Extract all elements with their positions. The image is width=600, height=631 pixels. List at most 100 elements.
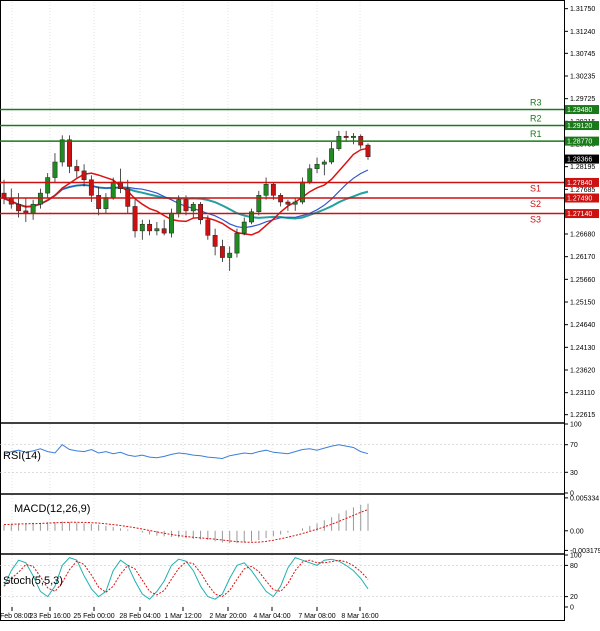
candle-body: [343, 135, 349, 138]
candle-body: [190, 203, 196, 212]
y-tick-label: 1.25150: [570, 300, 595, 307]
candle-body: [198, 203, 203, 221]
candle-body: [329, 148, 335, 163]
grid-layer: [11, 2, 361, 607]
candle-body: [147, 223, 153, 232]
y-tick-label: 20: [570, 594, 578, 601]
y-tick-label: 1.31750: [570, 6, 595, 13]
stoch-title: Stoch(5,5,3): [3, 575, 63, 587]
candle-body: [154, 228, 160, 232]
macd-title: MACD(12,26,9): [14, 503, 90, 515]
chart-frame: [0, 0, 565, 621]
candle-body: [176, 199, 182, 214]
stoch-pane: Stoch(5,5,3): [0, 557, 564, 600]
rsi-line: [3, 444, 369, 460]
y-tick-label: 1.24640: [570, 322, 595, 329]
candle-body: [321, 161, 327, 165]
candle-body: [110, 181, 116, 198]
candle-body: [67, 139, 72, 167]
x-tick-label: 25 Feb 00:00: [73, 613, 114, 620]
level-label-s2: S2: [530, 199, 541, 209]
y-tick-label: 1.22615: [570, 412, 595, 419]
rsi-title: RSI(14): [3, 450, 41, 462]
candle-body: [263, 183, 269, 196]
y-tick-label: 70: [570, 442, 578, 449]
y-tick-label: 100: [570, 422, 582, 429]
candle-body: [183, 199, 189, 212]
axis-layer: 1.317501.312401.307451.302351.297251.292…: [0, 6, 600, 620]
candle-body: [270, 183, 276, 196]
level-label-r3: R3: [530, 98, 542, 108]
y-tick-label: 0: [570, 605, 574, 612]
price-pane: R3 R2 R1 S1 S2 S3: [0, 98, 564, 271]
candle-body: [132, 206, 138, 232]
macd-pane: MACD(12,26,9): [3, 503, 369, 544]
level-price-label: 1.29480: [567, 107, 592, 114]
y-tick-label: 1.30745: [570, 51, 595, 58]
y-tick-label: 80: [570, 563, 578, 570]
level-label-r1: R1: [530, 129, 542, 139]
y-tick-label: 0.00: [570, 528, 584, 535]
x-tick-label: 4 Mar 04:00: [253, 613, 290, 620]
candle-body: [52, 161, 58, 178]
candle-body: [81, 170, 87, 181]
y-tick-label: 30: [570, 470, 578, 477]
candle-body: [307, 168, 313, 183]
y-tick-label: 1.23110: [570, 390, 595, 397]
x-tick-label: 1 Mar 12:00: [164, 613, 201, 620]
candle-body: [227, 252, 233, 258]
x-tick-label: 28 Feb 04:00: [119, 613, 160, 620]
candle-body: [285, 201, 291, 205]
level-label-s1: S1: [530, 183, 541, 193]
level-label-s3: S3: [530, 215, 541, 225]
candle-body: [59, 139, 65, 163]
rsi-pane: RSI(14): [0, 444, 564, 473]
y-tick-label: 1.30235: [570, 74, 595, 81]
candle-body: [365, 144, 371, 157]
candle-body: [241, 221, 247, 234]
candle-body: [219, 246, 225, 258]
level-label-r2: R2: [530, 114, 542, 124]
level-price-label: 1.28770: [567, 139, 592, 146]
y-tick-label: 1.26680: [570, 232, 595, 239]
candle-body: [103, 197, 109, 209]
x-tick-label: 2 Mar 20:00: [209, 613, 246, 620]
candle-body: [300, 181, 305, 203]
y-tick-label: 1.28195: [570, 164, 595, 171]
y-tick-label: 1.31240: [570, 29, 595, 36]
level-price-label: 1.27490: [567, 196, 592, 203]
chart-canvas: R3 R2 R1 S1 S2 S3 RSI(14) MACD(12,26,9) Stoch…: [0, 0, 600, 621]
forex-chart-window: R3 R2 R1 S1 S2 S3 RSI(14) MACD(12,26,9) Stoch…: [0, 0, 600, 626]
frame-layer: [0, 0, 565, 621]
x-tick-label: Feb 08:00: [0, 613, 32, 620]
y-tick-label: 0.005334: [570, 495, 599, 502]
level-price-label: 1.27840: [567, 180, 592, 187]
candle-body: [8, 198, 14, 205]
candle-body: [30, 203, 36, 214]
y-tick-label: 1.24130: [570, 345, 595, 352]
candle-body: [205, 219, 211, 236]
x-tick-label: 23 Feb 16:00: [29, 613, 70, 620]
candle-body: [234, 232, 240, 254]
level-price-label: 1.27140: [567, 211, 592, 218]
x-tick-label: 8 Mar 16:00: [341, 613, 378, 620]
level-price-label: 1.29120: [567, 123, 592, 130]
candle-body: [351, 135, 356, 138]
current-price-label: 1.28366: [567, 157, 592, 164]
y-tick-label: 1.23620: [570, 368, 595, 375]
ma-fast-line: [3, 147, 369, 236]
candle-body: [139, 223, 145, 232]
y-tick-label: 1.27685: [570, 187, 595, 194]
y-tick-label: 1.29725: [570, 96, 595, 103]
candle-body: [74, 166, 80, 172]
candle-body: [161, 228, 167, 234]
x-tick-label: 7 Mar 08:00: [298, 613, 335, 620]
candle-body: [16, 203, 21, 212]
y-tick-label: 1.25660: [570, 277, 595, 284]
candle-body: [314, 163, 320, 169]
y-tick-label: 1.26170: [570, 254, 595, 261]
y-tick-label: 100: [570, 553, 582, 560]
candle-body: [45, 177, 51, 194]
candle-body: [169, 212, 174, 234]
candle-body: [292, 201, 298, 205]
